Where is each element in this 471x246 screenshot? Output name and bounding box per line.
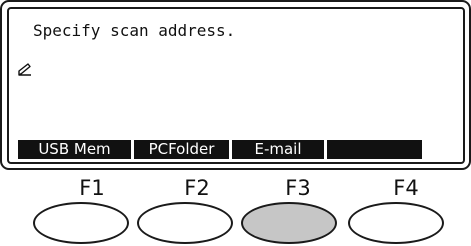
- lcd-message-text: Specify scan address.: [33, 21, 236, 40]
- f2-button[interactable]: [137, 202, 233, 244]
- edit-pencil-icon: [18, 24, 32, 76]
- f2-label: F2: [184, 176, 210, 200]
- f1-label: F1: [79, 176, 105, 200]
- f3-button[interactable]: [241, 202, 337, 244]
- lcd-panel-frame: Specify scan address. USB Mem PCFolder E…: [0, 0, 471, 170]
- softkey-pcfolder: PCFolder: [134, 140, 229, 159]
- f4-label: F4: [393, 176, 419, 200]
- softkey-empty: [327, 140, 422, 159]
- f4-button[interactable]: [348, 202, 444, 244]
- f1-button[interactable]: [33, 202, 129, 244]
- f3-label: F3: [285, 176, 311, 200]
- softkey-bar: USB Mem PCFolder E-mail: [18, 140, 425, 159]
- lcd-screen: Specify scan address. USB Mem PCFolder E…: [7, 7, 465, 164]
- softkey-usb-mem: USB Mem: [18, 140, 131, 159]
- softkey-email: E-mail: [232, 140, 324, 159]
- lcd-message-line: Specify scan address.: [18, 21, 236, 76]
